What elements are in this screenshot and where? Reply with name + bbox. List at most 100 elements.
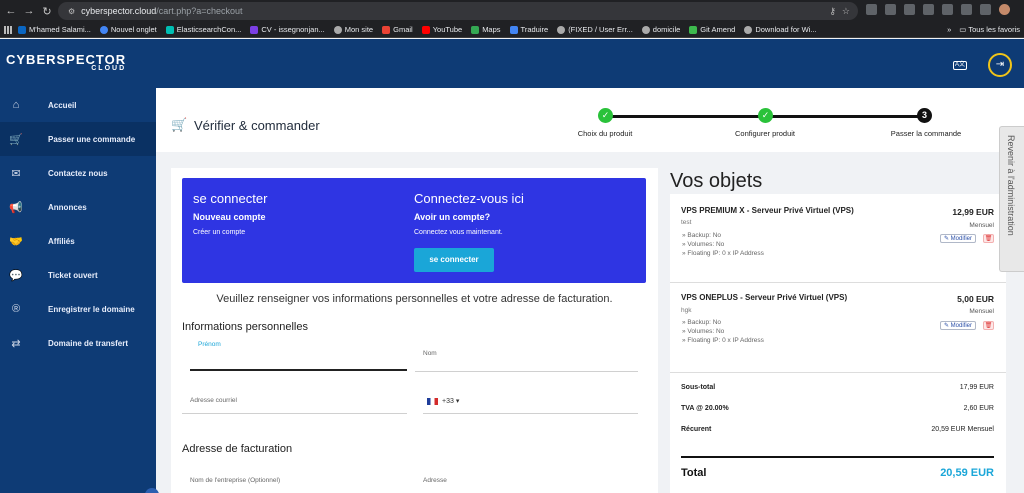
sidebar-item-ticket[interactable]: 💬 Ticket ouvert <box>0 258 156 292</box>
company-field[interactable]: Nom de l'entreprise (Optionnel) <box>182 468 407 493</box>
address-field[interactable]: Adresse <box>415 468 638 493</box>
bookmarks-bar: M'hamed Salami... Nouvel onglet Elastics… <box>0 22 1024 38</box>
delete-item-trash-icon[interactable]: 🗑 <box>983 321 994 330</box>
phone-field[interactable]: +33 ▾ <box>423 384 638 414</box>
checkout-titlebar: 🛒 Vérifier & commander ✓ ✓ 3 Choix du pr… <box>156 88 1024 152</box>
total-divider <box>681 456 994 458</box>
step-label: Passer la commande <box>890 129 962 138</box>
extension-icon[interactable] <box>904 4 915 15</box>
step-current-number: 3 <box>917 108 932 123</box>
bookmark-item[interactable]: Gmail <box>382 25 413 34</box>
registered-icon: ® <box>11 303 21 315</box>
bookmark-item[interactable]: YouTube <box>421 25 462 34</box>
bookmark-item[interactable]: M'hamed Salami... <box>18 25 91 34</box>
scroll-top-button[interactable] <box>145 488 159 493</box>
sidebar-item-transfer-domain[interactable]: ⇄ Domaine de transfert <box>0 326 156 360</box>
extension-icon[interactable] <box>866 4 877 15</box>
login-icon[interactable]: ⇥ <box>988 53 1012 77</box>
apps-grid-icon[interactable] <box>4 25 12 34</box>
step-connector <box>765 115 924 118</box>
step-connector <box>605 115 765 118</box>
url-path: /cart.php?a=checkout <box>156 6 243 16</box>
bookmark-item[interactable]: Git Amend <box>689 25 735 34</box>
login-subtitle: Avoir un compte? <box>414 212 491 222</box>
address-bar[interactable]: ⚙ cyberspector.cloud /cart.php?a=checkou… <box>58 2 858 20</box>
create-account-link[interactable]: Créer un compte <box>193 229 245 236</box>
bookmark-star-icon[interactable]: ☆ <box>842 6 850 17</box>
new-account-title: se connecter <box>193 191 268 206</box>
extension-icon[interactable] <box>885 4 896 15</box>
forward-arrow-icon[interactable]: → <box>22 5 36 17</box>
transfer-icon: ⇄ <box>11 337 21 350</box>
sidebar-item-register-domain[interactable]: ® Enregistrer le domaine <box>0 292 156 326</box>
firstname-field[interactable]: Prénom <box>190 341 407 371</box>
return-to-admin-tab[interactable]: Revenir à l'administration <box>999 126 1024 272</box>
url-host: cyberspector.cloud <box>81 6 157 16</box>
step-done-check-icon: ✓ <box>598 108 613 123</box>
new-account-subtitle: Nouveau compte <box>193 212 266 222</box>
cart-icon: 🛒 <box>9 133 23 146</box>
lastname-field[interactable]: Nom <box>415 342 638 372</box>
shopping-cart-icon: 🛒 <box>171 117 188 132</box>
site-header: CYBERSPECTOR CLOUD A文 ⇥ <box>0 39 1024 88</box>
order-summary: Vos objets VPS PREMIUM X - Serveur Privé… <box>670 168 1006 493</box>
step-label: Choix du produit <box>577 129 633 138</box>
sidebar-item-announcements[interactable]: 📢 Annonces <box>0 190 156 224</box>
password-key-icon[interactable]: ⚷ <box>829 6 836 17</box>
language-button[interactable]: A文 <box>953 61 967 70</box>
total-label: Total <box>681 467 707 479</box>
login-text: Connectez vous maintenant. <box>414 229 503 236</box>
total-value: 20,59 EUR <box>940 467 994 479</box>
home-icon: ⌂ <box>12 99 20 111</box>
handshake-icon: 🤝 <box>9 235 23 248</box>
back-arrow-icon[interactable]: ← <box>4 5 18 17</box>
cart-heading: Vos objets <box>670 170 763 192</box>
edit-item-button[interactable]: ✎ Modifier <box>940 321 976 330</box>
chat-icon: 💬 <box>9 269 23 282</box>
reload-icon[interactable]: ↻ <box>40 5 54 18</box>
sidebar: ⌂ Accueil 🛒 Passer une commande ✉ Contac… <box>0 88 156 493</box>
megaphone-icon: 📢 <box>9 201 23 214</box>
bookmark-item[interactable]: CV - issegnonjan... <box>250 25 325 34</box>
login-button[interactable]: se connecter <box>414 248 494 272</box>
site-info-icon[interactable]: ⚙ <box>68 7 75 16</box>
bookmark-item[interactable]: ElasticsearchCon... <box>165 25 241 34</box>
extensions-bar <box>866 4 1010 15</box>
page-title: Vérifier & commander <box>194 118 320 133</box>
mail-icon: ✉ <box>11 167 21 180</box>
bookmark-item[interactable]: domicile <box>641 25 680 34</box>
extensions-puzzle-icon[interactable] <box>961 4 972 15</box>
delete-item-trash-icon[interactable]: 🗑 <box>983 234 994 243</box>
billing-heading: Adresse de facturation <box>182 443 293 455</box>
totals-divider <box>670 372 1006 373</box>
login-banner: se connecter Nouveau compte Créer un com… <box>182 178 646 283</box>
france-flag-icon <box>427 397 438 405</box>
step-label: Configurer produit <box>734 129 796 138</box>
sidebar-item-contact[interactable]: ✉ Contactez nous <box>0 156 156 190</box>
bookmark-item[interactable]: Traduire <box>509 25 548 34</box>
bookmark-item[interactable]: (FIXED / User Err... <box>557 25 633 34</box>
country-code-select[interactable]: +33 ▾ <box>427 397 459 405</box>
site-logo[interactable]: CYBERSPECTOR CLOUD <box>6 52 126 72</box>
extension-icon[interactable] <box>923 4 934 15</box>
bookmarks-overflow-button[interactable]: » <box>947 25 951 34</box>
checkout-form: se connecter Nouveau compte Créer un com… <box>171 168 658 493</box>
email-field[interactable]: Adresse courriel <box>182 384 407 414</box>
edit-item-button[interactable]: ✎ Modifier <box>940 234 976 243</box>
bookmark-item[interactable]: Maps <box>471 25 501 34</box>
form-intro: Veuillez renseigner vos informations per… <box>216 293 613 305</box>
item-divider <box>670 282 1006 283</box>
bookmark-item[interactable]: Mon site <box>333 25 373 34</box>
extension-icon[interactable] <box>942 4 953 15</box>
bookmark-item[interactable]: Nouvel onglet <box>99 25 157 34</box>
login-title: Connectez-vous ici <box>414 191 524 206</box>
sidebar-item-accueil[interactable]: ⌂ Accueil <box>0 88 156 122</box>
all-bookmarks-folder[interactable]: ▭ Tous les favoris <box>959 25 1020 34</box>
sidepanel-icon[interactable] <box>980 4 991 15</box>
step-done-check-icon: ✓ <box>758 108 773 123</box>
sidebar-item-order[interactable]: 🛒 Passer une commande <box>0 122 156 156</box>
sidebar-item-affiliates[interactable]: 🤝 Affiliés <box>0 224 156 258</box>
profile-avatar[interactable] <box>999 4 1010 15</box>
personal-info-heading: Informations personnelles <box>182 321 308 333</box>
bookmark-item[interactable]: Download for Wi... <box>744 25 817 34</box>
